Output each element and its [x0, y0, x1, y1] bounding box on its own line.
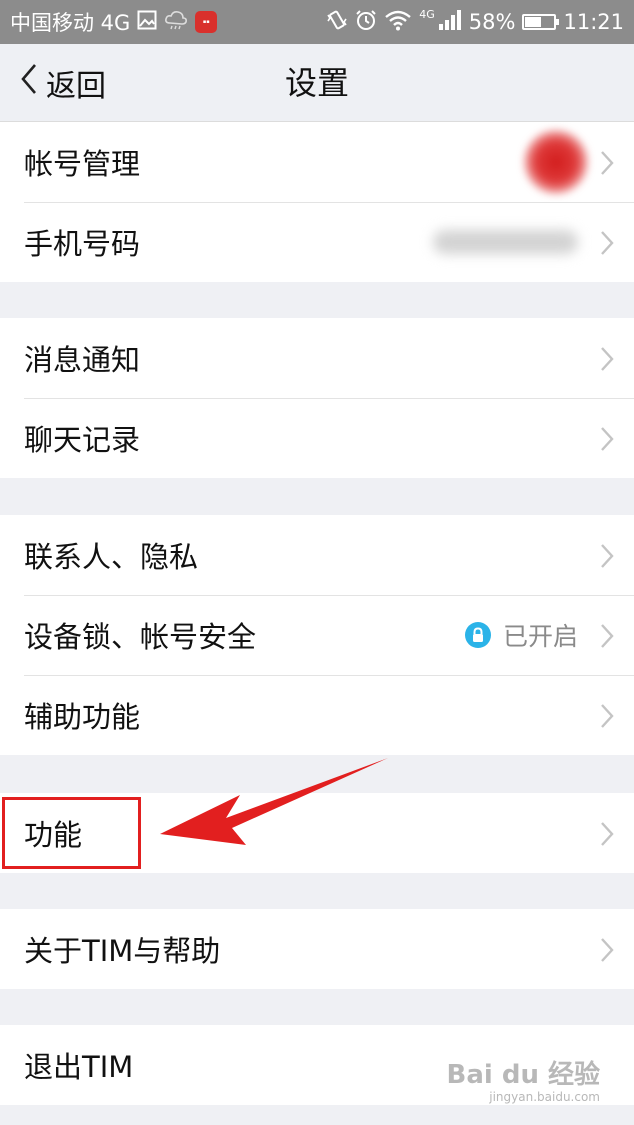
back-button[interactable]: 返回 — [20, 44, 106, 122]
settings-item-label: 聊天记录 — [24, 423, 141, 457]
settings-item-label: 辅助功能 — [24, 700, 141, 734]
chevron-left-icon — [20, 63, 38, 103]
back-label: 返回 — [46, 69, 106, 104]
settings-item-notifications[interactable]: 消息通知 — [0, 318, 634, 398]
watermark-sub: jingyan.baidu.com — [489, 1090, 600, 1104]
settings-item-about-help[interactable]: 关于TIM与帮助 — [0, 909, 634, 989]
status-bar-left: 中国移动 4G ▪▪ — [10, 7, 218, 37]
logout-label: 退出TIM — [24, 1050, 134, 1084]
status-bar-right: 4G 58% 11:21 — [326, 7, 624, 36]
settings-group-about: 关于TIM与帮助 — [0, 909, 634, 989]
settings-group-messages: 消息通知 聊天记录 — [0, 318, 634, 478]
watermark: Bai du 经验 jingyan.baidu.com — [447, 1060, 601, 1104]
phone-number-redacted — [433, 230, 578, 254]
settings-group-account: 帐号管理 手机号码 — [0, 122, 634, 282]
signal-icon — [438, 9, 462, 36]
wifi-icon — [384, 9, 412, 36]
settings-item-label: 关于TIM与帮助 — [24, 934, 221, 968]
settings-item-account-management[interactable]: 帐号管理 — [0, 122, 634, 202]
settings-item-accessibility[interactable]: 辅助功能 — [0, 675, 634, 755]
app-badge-icon: ▪▪ — [195, 11, 218, 33]
chevron-right-icon — [600, 936, 614, 970]
settings-item-label: 手机号码 — [24, 227, 141, 261]
alarm-icon — [355, 9, 377, 36]
chevron-right-icon — [600, 149, 614, 183]
image-icon — [137, 10, 157, 35]
status-bar: 中国移动 4G ▪▪ 4G 58% 11:21 — [0, 0, 634, 44]
device-lock-status: 已开启 — [464, 595, 578, 675]
chevron-right-icon — [600, 702, 614, 736]
chevron-right-icon — [600, 542, 614, 576]
network-type-label: 4G — [419, 7, 435, 21]
lock-icon — [464, 622, 491, 648]
avatar — [524, 130, 588, 194]
account-preview — [524, 122, 588, 202]
carrier-label: 中国移动 4G — [10, 11, 131, 35]
settings-item-contacts-privacy[interactable]: 联系人、隐私 — [0, 515, 634, 595]
device-lock-status-text: 已开启 — [502, 622, 578, 651]
clock: 11:21 — [563, 10, 624, 34]
settings-item-device-lock-security[interactable]: 设备锁、帐号安全 已开启 — [0, 595, 634, 675]
chevron-right-icon — [600, 622, 614, 656]
navigation-bar: 设置 返回 — [0, 44, 634, 122]
chevron-right-icon — [600, 229, 614, 263]
chevron-right-icon — [600, 345, 614, 379]
vibrate-icon — [326, 9, 348, 36]
settings-item-chat-history[interactable]: 聊天记录 — [0, 398, 634, 478]
settings-group-privacy: 联系人、隐私 设备锁、帐号安全 已开启 辅助功能 — [0, 515, 634, 755]
battery-percent: 58% — [468, 10, 516, 34]
chevron-right-icon — [600, 425, 614, 459]
phone-number-value — [433, 202, 578, 282]
cloud-icon — [164, 10, 188, 35]
chevron-right-icon — [600, 820, 614, 854]
settings-item-label: 设备锁、帐号安全 — [24, 620, 257, 654]
settings-item-phone-number[interactable]: 手机号码 — [0, 202, 634, 282]
settings-item-label: 消息通知 — [24, 343, 141, 377]
watermark-main: Bai du 经验 — [446, 1060, 601, 1090]
annotation-highlight-box — [2, 797, 141, 869]
settings-item-label: 帐号管理 — [24, 147, 141, 181]
settings-item-label: 联系人、隐私 — [24, 540, 199, 574]
battery-icon — [522, 14, 560, 30]
